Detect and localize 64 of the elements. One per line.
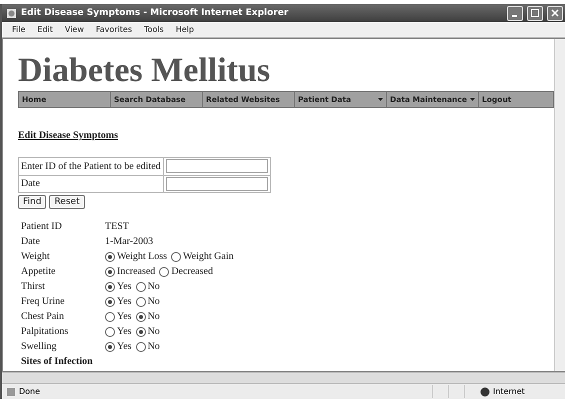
record-label: Chest Pain (21, 311, 66, 322)
option-label: Increased (117, 266, 156, 277)
record-label: Appetite (21, 266, 56, 277)
option-label: Decreased (171, 266, 213, 277)
record-label: Palpitations (21, 326, 70, 337)
close-button[interactable] (547, 6, 563, 20)
option-label: Yes (117, 311, 132, 322)
radio-button[interactable] (136, 312, 146, 322)
radio-button[interactable] (105, 252, 115, 262)
form-button[interactable]: Find (18, 195, 46, 209)
input-field[interactable] (166, 159, 268, 173)
radio-button[interactable] (105, 342, 115, 352)
option-label: Yes (117, 296, 132, 307)
minimize-button[interactable] (507, 6, 523, 20)
menu-item[interactable]: File (12, 25, 26, 34)
record-label: Freq Urine (21, 296, 66, 307)
window-title: Edit Disease Symptoms - Microsoft Internet Explorer (21, 8, 290, 18)
record-label: Swelling (21, 341, 58, 352)
maximize-button[interactable] (527, 6, 543, 20)
field-label: Enter ID of the Patient to be edited (18, 158, 164, 175)
horizontal-scrollbar[interactable] (2, 372, 565, 383)
option-label: No (148, 326, 160, 337)
menu-item[interactable]: Tools (144, 25, 164, 34)
radio-button[interactable] (171, 252, 182, 262)
option-label: No (148, 341, 160, 352)
input-field[interactable] (166, 176, 268, 190)
option-label: Weight Gain (183, 251, 234, 262)
radio-button[interactable] (105, 296, 115, 306)
radio-button[interactable] (136, 282, 146, 292)
option-label: Yes (117, 281, 132, 292)
radio-button[interactable] (105, 312, 115, 322)
subsection-title: Sites of Infection (21, 356, 93, 367)
option-label: Weight Loss (117, 251, 168, 262)
menu-item[interactable]: View (64, 25, 84, 34)
option-label: No (148, 296, 160, 307)
record-value: 1-Mar-2003 (105, 236, 154, 247)
record-label: Thirst (21, 281, 46, 292)
menu-item[interactable]: Help (176, 25, 194, 34)
record-label: Date (21, 236, 41, 247)
record-value: TEST (105, 221, 129, 232)
zone-text: Internet (493, 387, 526, 396)
record-label: Weight (21, 251, 51, 262)
radio-button[interactable] (105, 282, 115, 292)
site-heading: Diabetes Mellitus (18, 53, 272, 89)
record-label: Patient ID (21, 221, 63, 232)
option-label: No (148, 311, 160, 322)
option-label: Yes (117, 326, 132, 337)
radio-button[interactable] (105, 326, 115, 336)
option-label: No (148, 281, 160, 292)
radio-button[interactable] (105, 266, 115, 276)
menu-item[interactable]: Edit (37, 25, 53, 34)
radio-button[interactable] (136, 342, 146, 352)
close-icon (551, 9, 559, 17)
maximize-icon (531, 9, 539, 17)
menu-item[interactable]: Favorites (96, 25, 132, 34)
section-title: Edit Disease Symptoms (18, 130, 120, 141)
form-button[interactable]: Reset (49, 195, 85, 209)
radio-button[interactable] (136, 326, 146, 336)
vertical-scrollbar[interactable] (554, 39, 565, 371)
radio-button[interactable] (136, 296, 146, 306)
status-text: Done (19, 387, 42, 396)
field-label: Date (18, 175, 164, 192)
option-label: Yes (117, 341, 132, 352)
radio-button[interactable] (159, 266, 170, 276)
